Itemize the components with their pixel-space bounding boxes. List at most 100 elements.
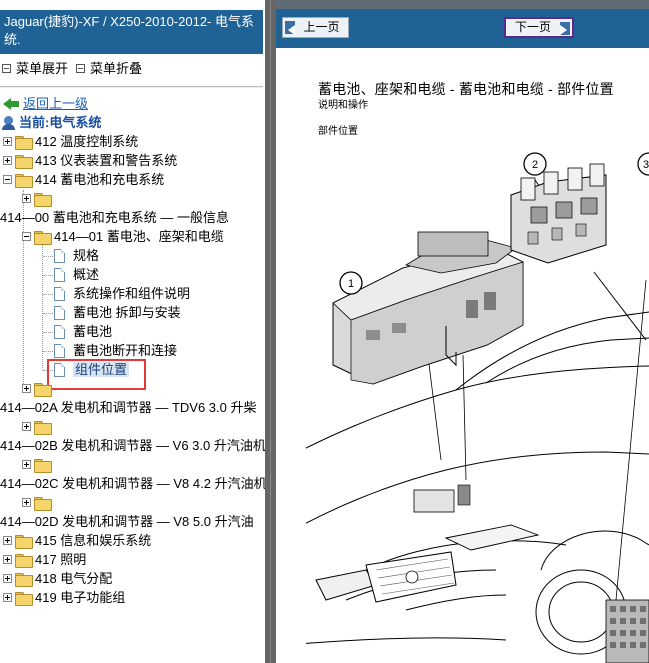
expand-toggle-icon[interactable] (3, 536, 12, 546)
folder-icon (34, 496, 52, 511)
component-location-diagram: 1 2 3 (306, 152, 649, 663)
tree-node-414-02a[interactable]: 414—02A 发电机和调节器 — TDV6 3.0 升柴 (0, 398, 256, 417)
callout-3-label: 3 (643, 159, 649, 171)
document-subsection: 部件位置 (318, 126, 358, 137)
expand-toggle-icon[interactable] (3, 574, 12, 584)
back-link[interactable]: 返回上一级 (23, 96, 88, 111)
tree-doc-disconnect[interactable]: 蓄电池断开和连接 (54, 341, 177, 360)
prev-page-button[interactable]: 上一页 (282, 17, 349, 38)
callout-leader (593, 271, 647, 341)
tree-guide (43, 332, 53, 333)
expand-toggle-icon[interactable] (3, 156, 12, 166)
expand-menu-label: 菜单展开 (16, 61, 69, 76)
tree-doc-label[interactable]: 系统操作和组件说明 (73, 286, 190, 301)
expand-toggle-icon[interactable] (22, 498, 31, 508)
tree-guide (43, 313, 53, 314)
tree-node-415[interactable]: 415 信息和娱乐系统 (3, 531, 151, 550)
folder-open-icon (15, 173, 33, 188)
tree-node-413[interactable]: 413 仪表装置和警告系统 (3, 151, 177, 170)
tree-doc-label[interactable]: 概述 (73, 267, 99, 282)
tree-node-label[interactable]: 414—02D 发电机和调节器 — V8 5.0 升汽油 (0, 514, 254, 529)
tree-node-unnamed[interactable] (22, 189, 54, 208)
callout-leader (615, 279, 647, 601)
tree-node-label[interactable]: 414 蓄电池和充电系统 (35, 172, 164, 187)
folder-icon (15, 135, 33, 150)
tree-node-unnamed[interactable] (22, 455, 54, 474)
tree-node-label[interactable]: 414—02B 发电机和调节器 — V6 3.0 升汽油机 (0, 438, 265, 453)
expand-toggle-icon[interactable] (3, 137, 12, 147)
tree-doc-spec[interactable]: 规格 (54, 246, 99, 265)
folder-icon (34, 458, 52, 473)
expand-toggle-icon[interactable] (22, 460, 31, 470)
callout-1-label: 1 (348, 278, 354, 290)
tree-node-unnamed[interactable] (22, 417, 54, 436)
document-icon (54, 343, 65, 358)
expand-toggle-icon[interactable] (3, 555, 12, 565)
tree-node-label[interactable]: 414—02A 发电机和调节器 — TDV6 3.0 升柴 (0, 400, 256, 415)
folder-icon (15, 534, 33, 549)
tree-guide (43, 275, 53, 276)
tree-doc-operation[interactable]: 系统操作和组件说明 (54, 284, 190, 303)
next-page-button[interactable]: 下一页 (504, 17, 574, 38)
callout-leader (462, 354, 467, 481)
tree-node-label[interactable]: 412 温度控制系统 (35, 134, 138, 149)
tree-doc-label[interactable]: 规格 (73, 248, 99, 263)
tree-node-414[interactable]: 414 蓄电池和充电系统 (3, 170, 164, 189)
tree-doc-label[interactable]: 蓄电池断开和连接 (73, 343, 177, 358)
callout-2-label: 2 (532, 159, 538, 171)
tree-node-414-02d[interactable]: 414—02D 发电机和调节器 — V8 5.0 升汽油 (0, 512, 254, 531)
battery-junction-box (332, 231, 525, 385)
tree-node-unnamed[interactable] (22, 493, 54, 512)
tree-guide (43, 370, 53, 371)
back-link-row[interactable]: 返回上一级 (3, 94, 88, 113)
tree-doc-label[interactable]: 蓄电池 (73, 324, 112, 339)
next-page-label: 下一页 (514, 20, 551, 34)
tree-guide (43, 351, 53, 352)
tree-node-417[interactable]: 417 照明 (3, 550, 86, 569)
expand-toggle-icon[interactable] (22, 384, 31, 394)
collapse-icon (76, 64, 85, 74)
expand-menu-button[interactable]: 菜单展开 (0, 60, 68, 78)
current-section: 当前:电气系统 (2, 113, 101, 132)
folder-icon (15, 572, 33, 587)
collapse-toggle-icon[interactable] (22, 232, 31, 242)
tree-node-418[interactable]: 418 电气分配 (3, 569, 112, 588)
tree-node-414-02b[interactable]: 414—02B 发电机和调节器 — V6 3.0 升汽油机 (0, 436, 265, 455)
headlight (444, 524, 540, 551)
collapse-toggle-icon[interactable] (3, 175, 12, 185)
tree-doc-removal[interactable]: 蓄电池 拆卸与安装 (54, 303, 181, 322)
page-nav-bar: 上一页 下一页 (276, 0, 649, 48)
tree-node-label[interactable]: 419 电子功能组 (35, 590, 125, 605)
tree-doc-component-location[interactable]: 组件位置 (54, 360, 130, 379)
tree-node-label[interactable]: 418 电气分配 (35, 571, 112, 586)
tree-node-412[interactable]: 412 温度控制系统 (3, 132, 138, 151)
expand-toggle-icon[interactable] (22, 422, 31, 432)
tree-doc-battery[interactable]: 蓄电池 (54, 322, 112, 341)
user-icon (2, 115, 15, 130)
pane-splitter[interactable] (265, 0, 276, 663)
tree-node-414-02c[interactable]: 414—02C 发电机和调节器 — V8 4.2 升汽油机 (0, 474, 265, 493)
document-icon (54, 267, 65, 282)
tree-node-label[interactable]: 417 照明 (35, 552, 86, 567)
tree-node-label[interactable]: 414—00 蓄电池和充电系统 — 一般信息 (0, 210, 229, 225)
expand-toggle-icon[interactable] (22, 194, 31, 204)
tree-node-label[interactable]: 413 仪表装置和警告系统 (35, 153, 177, 168)
tree-node-unnamed[interactable] (22, 379, 54, 398)
tree-doc-label-selected[interactable]: 组件位置 (73, 362, 130, 377)
collapse-menu-button[interactable]: 菜单折叠 (74, 60, 142, 78)
document-icon (54, 362, 65, 377)
tree-node-414-00[interactable]: 414—00 蓄电池和充电系统 — 一般信息 (0, 208, 229, 227)
folder-icon (15, 154, 33, 169)
tree-node-label[interactable]: 415 信息和娱乐系统 (35, 533, 151, 548)
document-section: 说明和操作 (318, 100, 368, 111)
folder-open-icon (34, 230, 52, 245)
tree-doc-label[interactable]: 蓄电池 拆卸与安装 (73, 305, 181, 320)
tree-node-419[interactable]: 419 电子功能组 (3, 588, 125, 607)
folder-icon (34, 192, 52, 207)
document-icon (54, 305, 65, 320)
tree-node-label[interactable]: 414—01 蓄电池、座架和电缆 (54, 229, 224, 244)
tree-node-414-01[interactable]: 414—01 蓄电池、座架和电缆 (22, 227, 224, 246)
tree-node-label[interactable]: 414—02C 发电机和调节器 — V8 4.2 升汽油机 (0, 476, 265, 491)
tree-doc-overview[interactable]: 概述 (54, 265, 99, 284)
expand-toggle-icon[interactable] (3, 593, 12, 603)
